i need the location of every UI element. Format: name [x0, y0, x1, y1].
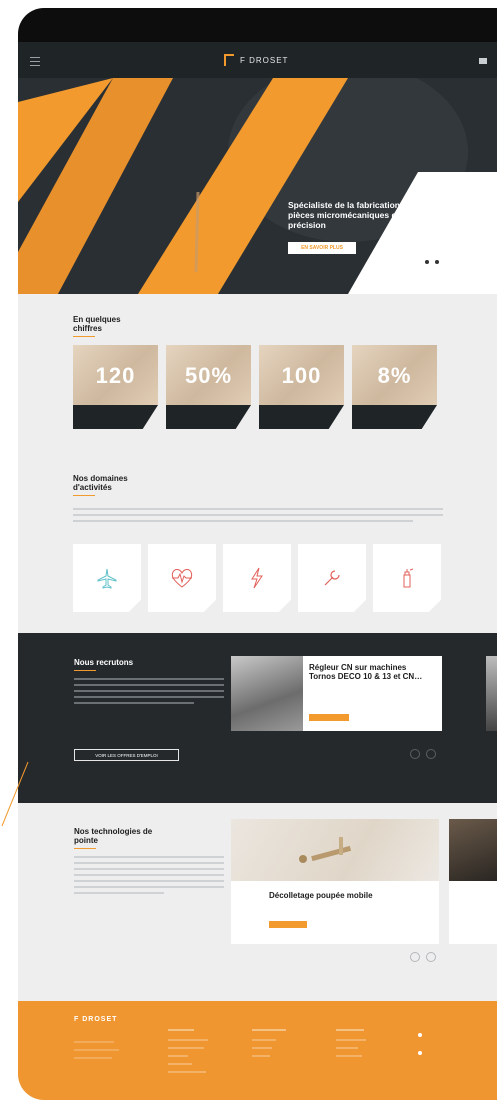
site-footer: F DROSET [18, 1001, 497, 1100]
recruiting-section: Nous recrutons VOIR LES OFFRES D'EMPLOI … [18, 633, 497, 803]
stat-card: 120 [73, 345, 158, 432]
lightning-icon [251, 567, 263, 589]
slider-dot[interactable] [425, 260, 429, 264]
stat-image: 100 [259, 345, 344, 405]
logo-mark-icon [224, 54, 234, 66]
spray-icon [403, 568, 414, 588]
domain-card-energy[interactable] [223, 544, 291, 612]
wrench-icon [324, 570, 340, 586]
device-bezel [18, 8, 497, 42]
next-arrow-icon[interactable] [426, 952, 436, 962]
stat-image: 50% [166, 345, 251, 405]
stat-card: 100 [259, 345, 344, 432]
stat-value: 50% [184, 363, 233, 388]
stat-caption [352, 405, 437, 429]
domains-title: Nos domaines d'activités [73, 474, 163, 496]
social-icon[interactable] [418, 1051, 422, 1055]
stat-value: 8% [377, 363, 412, 388]
stat-value: 100 [281, 363, 322, 388]
footer-contact-column [74, 1029, 119, 1059]
prev-arrow-icon[interactable] [410, 952, 420, 962]
domain-card-luxury[interactable] [373, 544, 441, 612]
linkedin-icon[interactable] [418, 1033, 422, 1037]
stat-image: 8% [352, 345, 437, 405]
next-arrow-icon[interactable] [426, 749, 436, 759]
technology-image [231, 819, 439, 881]
job-title: Régleur CN sur machines Tornos DECO 10 &… [309, 663, 423, 681]
technologies-description [74, 856, 224, 894]
logo-text: F DROSET [240, 55, 289, 65]
recruiting-description [74, 678, 224, 704]
stat-image: 120 [73, 345, 158, 405]
tablet-frame: Spécialiste de la fabrication de pièces … [18, 8, 497, 1100]
hero-cta-button[interactable]: EN SAVOIR PLUS [288, 242, 356, 254]
stat-caption [73, 405, 158, 429]
domain-card-medical[interactable] [148, 544, 216, 612]
hero-banner: Spécialiste de la fabrication de pièces … [18, 42, 497, 294]
technology-card[interactable]: Décolletage poupée mobile [231, 819, 439, 944]
decorative-line [1, 761, 29, 827]
domain-card-aeronautics[interactable] [73, 544, 141, 612]
technology-details-button[interactable] [269, 921, 307, 928]
footer-logo[interactable]: F DROSET [74, 1016, 117, 1023]
stat-card: 8% [352, 345, 437, 432]
stat-value: 120 [95, 363, 136, 388]
hero-headline: Spécialiste de la fabrication de pièces … [288, 200, 427, 230]
stat-caption [259, 405, 344, 429]
technology-card-title: Décolletage poupée mobile [269, 891, 373, 900]
footer-column [252, 1029, 286, 1057]
footer-column [168, 1029, 208, 1073]
hero-slider-dots [425, 260, 439, 264]
prev-arrow-icon[interactable] [410, 749, 420, 759]
next-technology-card-peek[interactable] [449, 819, 497, 944]
machined-part-graphic [299, 837, 352, 863]
footer-column [336, 1029, 366, 1057]
stat-caption [166, 405, 251, 429]
hamburger-menu-icon[interactable] [30, 57, 40, 66]
site-logo[interactable]: F DROSET [224, 54, 288, 66]
job-details-button[interactable] [309, 714, 349, 721]
job-offers-button[interactable]: VOIR LES OFFRES D'EMPLOI [74, 749, 179, 761]
heart-rate-icon [171, 569, 193, 588]
hero-background-graphic [18, 42, 497, 294]
domain-card-industry[interactable] [298, 544, 366, 612]
domains-description [73, 508, 443, 522]
technologies-title: Nos technologies de pointe [74, 827, 174, 849]
stat-card: 50% [166, 345, 251, 432]
job-image [231, 656, 303, 731]
flag-icon[interactable] [479, 58, 487, 64]
next-job-card-peek[interactable] [486, 656, 497, 731]
slider-dot[interactable] [435, 260, 439, 264]
airplane-icon [97, 568, 117, 589]
stats-title: En quelques chiffres [73, 315, 143, 337]
site-header: F DROSET [18, 42, 497, 78]
recruiting-title: Nous recrutons [74, 658, 164, 671]
job-card[interactable]: Régleur CN sur machines Tornos DECO 10 &… [231, 656, 442, 731]
